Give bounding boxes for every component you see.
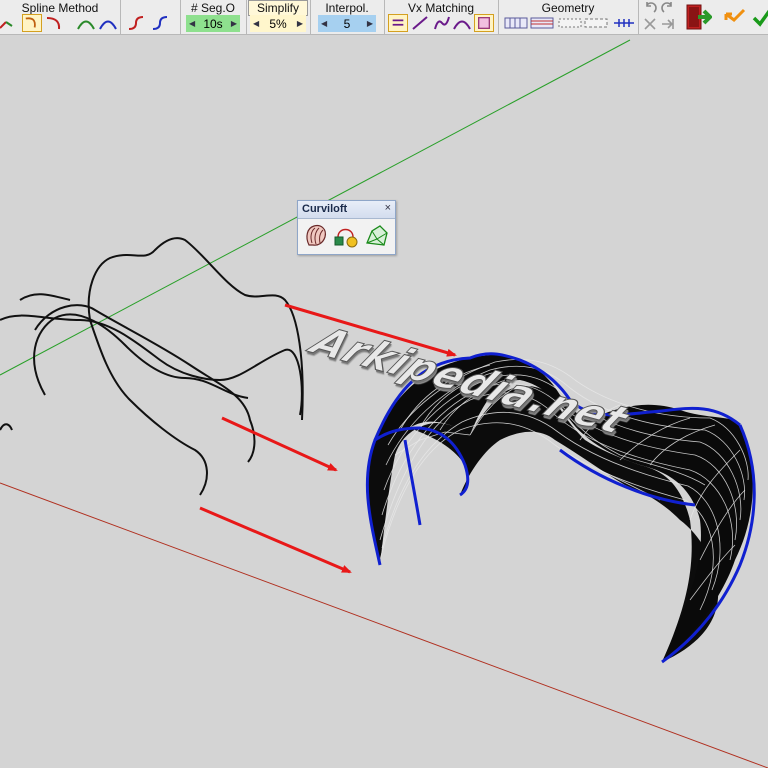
simplify-increase-icon[interactable]: ▶	[297, 19, 303, 28]
redo-icon[interactable]	[660, 1, 676, 15]
vx-equal-icon[interactable]	[388, 14, 408, 32]
geometry-grid-icon[interactable]	[504, 14, 528, 32]
simplify-value: 5%	[269, 16, 287, 31]
spline-arc-icon[interactable]	[76, 14, 96, 32]
seg-decrease-icon[interactable]: ◀	[189, 19, 195, 28]
spline-s-curve-alt-icon[interactable]	[150, 14, 170, 32]
curviloft-toolbar: Spline Method # Seg.O ◀ 10s ▶ Simplify ◀…	[0, 0, 768, 35]
curviloft-panel: Curviloft ×	[297, 200, 396, 255]
skip-icon[interactable]	[660, 17, 676, 31]
seg-stepper[interactable]: ◀ 10s ▶	[186, 15, 240, 32]
curviloft-skin-icon[interactable]	[333, 223, 359, 249]
simplify-title: Simplify	[248, 0, 308, 16]
spline-line-icon[interactable]	[0, 14, 18, 32]
spline-s-curve-icon[interactable]	[126, 14, 146, 32]
close-icon[interactable]: ×	[385, 202, 391, 214]
cancel-icon[interactable]	[642, 17, 658, 31]
panel-title: Curviloft	[302, 203, 348, 215]
spline-curve-icon[interactable]	[44, 14, 64, 32]
geometry-dash-icon[interactable]	[558, 14, 582, 32]
interpol-group: Interpol. ◀ 5 ▶	[310, 0, 385, 34]
back-icon[interactable]	[722, 6, 748, 28]
vx-diagonal-icon[interactable]	[410, 14, 430, 32]
geometry-group: Geometry	[498, 0, 639, 34]
seg-value: 10s	[203, 16, 223, 31]
actions-group	[638, 0, 768, 34]
vx-curve-icon[interactable]	[432, 14, 452, 32]
interpol-value: 5	[343, 16, 351, 31]
validate-icon[interactable]	[752, 6, 768, 28]
exit-icon[interactable]	[684, 3, 712, 31]
seg-group: # Seg.O ◀ 10s ▶	[180, 0, 247, 34]
seg-increase-icon[interactable]: ▶	[231, 19, 237, 28]
vx-matching-title: Vx Matching	[407, 1, 475, 15]
interpol-increase-icon[interactable]: ▶	[367, 19, 373, 28]
spline-bezier-icon[interactable]	[22, 14, 42, 32]
source-curves	[0, 237, 304, 496]
spline-method-title: Spline Method	[21, 1, 99, 15]
vx-box-icon[interactable]	[474, 14, 494, 32]
simplify-stepper[interactable]: ◀ 5% ▶	[250, 15, 306, 32]
curviloft-loft-icon[interactable]	[303, 223, 329, 249]
curviloft-contour-icon[interactable]	[364, 223, 390, 249]
geometry-hash-icon[interactable]	[612, 14, 636, 32]
simplify-decrease-icon[interactable]: ◀	[253, 19, 259, 28]
spline-arc-alt-icon[interactable]	[98, 14, 118, 32]
undo-icon[interactable]	[642, 1, 658, 15]
panel-header[interactable]: Curviloft ×	[298, 201, 395, 219]
geometry-lines-icon[interactable]	[530, 14, 554, 32]
seg-title: # Seg.O	[190, 1, 236, 15]
interpol-stepper[interactable]: ◀ 5 ▶	[318, 15, 376, 32]
geometry-title: Geometry	[541, 1, 595, 15]
vx-arc-icon[interactable]	[452, 14, 472, 32]
interpol-decrease-icon[interactable]: ◀	[321, 19, 327, 28]
geometry-dash-alt-icon[interactable]	[584, 14, 608, 32]
simplify-group: Simplify ◀ 5% ▶	[246, 0, 311, 34]
spline-extra-group	[120, 0, 181, 34]
spline-method-group: Spline Method	[0, 0, 121, 34]
3d-viewport[interactable]: Arkipedia.net	[0, 35, 768, 768]
vx-matching-group: Vx Matching	[384, 0, 499, 34]
interpol-title: Interpol.	[325, 1, 369, 15]
